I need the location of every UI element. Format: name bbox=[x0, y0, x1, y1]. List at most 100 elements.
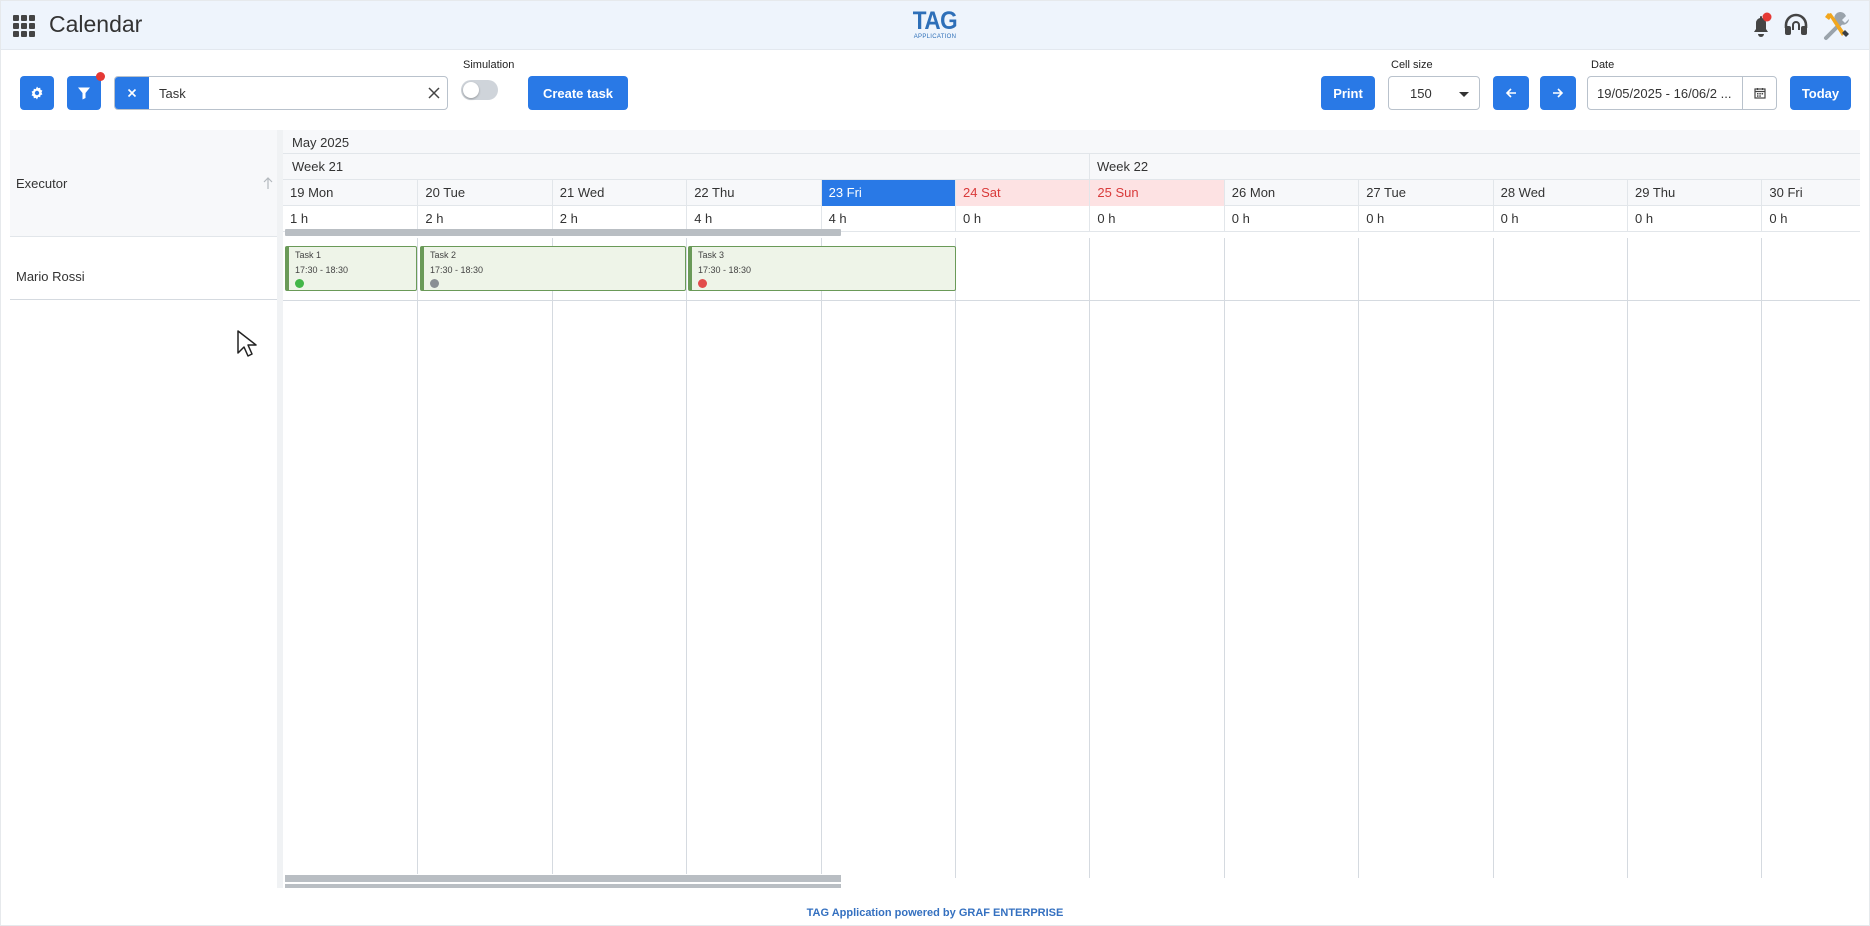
task-name: Task 1 bbox=[295, 250, 322, 260]
clear-text-icon[interactable] bbox=[426, 85, 442, 101]
day-hours: 0 h bbox=[1231, 211, 1250, 226]
day-label: 19 Mon bbox=[290, 185, 334, 200]
gear-icon bbox=[31, 86, 43, 100]
search-input[interactable] bbox=[159, 77, 399, 109]
day-gridline bbox=[417, 238, 419, 878]
simulation-label: Simulation bbox=[463, 59, 515, 71]
day-label: 21 Wed bbox=[559, 185, 605, 200]
day-hours: 0 h bbox=[963, 211, 982, 226]
cell-size-select[interactable]: 150 bbox=[1388, 76, 1480, 110]
sort-arrow-up-icon[interactable] bbox=[262, 176, 274, 190]
day-gridline bbox=[1358, 238, 1360, 878]
simulation-toggle[interactable] bbox=[461, 80, 498, 100]
close-icon bbox=[127, 88, 137, 98]
executor-header-label: Executor bbox=[16, 176, 68, 191]
task-card[interactable]: Task 1 17:30 - 18:30 bbox=[285, 246, 417, 291]
executor-row[interactable]: Mario Rossi bbox=[10, 238, 280, 300]
day-hours: 0 h bbox=[1366, 211, 1385, 226]
day-hours: 2 h bbox=[425, 211, 444, 226]
scrollbar-separator bbox=[285, 882, 841, 884]
day-header-cell[interactable]: 22 Thu bbox=[686, 180, 820, 206]
cell-size-label: Cell size bbox=[1391, 59, 1433, 71]
previous-period-button[interactable] bbox=[1493, 76, 1529, 110]
day-gridline bbox=[1627, 238, 1628, 878]
day-hours: 4 h bbox=[694, 211, 713, 226]
week-header-cell: Week 22 bbox=[1089, 154, 1860, 180]
day-hours: 1 h bbox=[290, 211, 309, 226]
day-label: 24 Sat bbox=[963, 185, 1001, 200]
day-gridline bbox=[955, 238, 956, 878]
top-bar: Calendar TAG APPLICATION bbox=[0, 0, 1870, 50]
logo-sub-text: APPLICATION bbox=[913, 34, 957, 40]
day-header-cell[interactable]: 20 Tue bbox=[417, 180, 551, 206]
day-header-cell[interactable]: 27 Tue bbox=[1358, 180, 1492, 206]
day-hours-cell: 0 h bbox=[1492, 206, 1627, 232]
mouse-cursor-icon bbox=[237, 330, 257, 357]
cell-size-value: 150 bbox=[1410, 86, 1432, 101]
arrow-right-icon bbox=[1553, 88, 1564, 98]
task-card[interactable]: Task 2 17:30 - 18:30 bbox=[420, 246, 686, 291]
filter-button[interactable] bbox=[67, 76, 101, 110]
executor-panel: Executor Mario Rossi bbox=[10, 130, 282, 888]
timeline-body: Task 1 17:30 - 18:30 Task 2 17:30 - 18:3… bbox=[283, 238, 1860, 878]
day-header-cell-weekend[interactable]: 24 Sat bbox=[955, 180, 1090, 206]
day-gridline bbox=[1223, 238, 1225, 878]
logo-main-text: TAG bbox=[912, 7, 958, 35]
day-header-cell[interactable]: 21 Wed bbox=[551, 180, 686, 206]
executor-name: Mario Rossi bbox=[16, 269, 85, 284]
day-header-cell[interactable]: 29 Thu bbox=[1627, 180, 1761, 206]
bell-icon[interactable] bbox=[1746, 11, 1776, 41]
calendar-picker-button[interactable] bbox=[1742, 77, 1777, 109]
day-gridline bbox=[1761, 238, 1763, 878]
week-header-cell: Week 21 bbox=[283, 154, 1089, 180]
day-label: 27 Tue bbox=[1366, 185, 1406, 200]
day-hours-cell: 0 h bbox=[1627, 206, 1761, 232]
next-period-button[interactable] bbox=[1540, 76, 1576, 110]
day-label: 26 Mon bbox=[1231, 185, 1276, 200]
day-hours: 4 h bbox=[828, 211, 847, 226]
day-hours-cell: 0 h bbox=[1761, 206, 1860, 232]
app-title: Calendar bbox=[49, 11, 143, 37]
day-header-cell[interactable]: 19 Mon bbox=[283, 180, 417, 206]
create-task-button[interactable]: Create task bbox=[528, 76, 628, 110]
day-hours: 0 h bbox=[1500, 211, 1519, 226]
task-time: 17:30 - 18:30 bbox=[430, 265, 484, 275]
print-button[interactable]: Print bbox=[1321, 76, 1375, 110]
date-range-field[interactable]: 19/05/2025 - 16/06/2 ... bbox=[1587, 76, 1777, 110]
apps-grid-icon[interactable] bbox=[13, 15, 35, 37]
executor-column-header[interactable]: Executor bbox=[10, 130, 280, 237]
day-header-cell[interactable]: 26 Mon bbox=[1223, 180, 1358, 206]
arrow-left-icon bbox=[1505, 88, 1516, 98]
week-label: Week 22 bbox=[1097, 159, 1149, 174]
day-hours: 2 h bbox=[559, 211, 578, 226]
week-header-row: Week 21 Week 22 bbox=[283, 154, 1860, 180]
day-header-cell-weekend[interactable]: 25 Sun bbox=[1089, 180, 1224, 206]
day-header-row: 19 Mon 20 Tue 21 Wed 22 Thu 23 Fri 24 Sa… bbox=[283, 180, 1860, 206]
filter-active-indicator bbox=[96, 72, 105, 81]
settings-button[interactable] bbox=[20, 76, 54, 110]
tools-icon[interactable] bbox=[1820, 8, 1856, 44]
day-gridline bbox=[686, 238, 688, 878]
day-label: 23 Fri bbox=[828, 185, 862, 200]
month-label: May 2025 bbox=[292, 135, 350, 150]
day-header-cell[interactable]: 28 Wed bbox=[1492, 180, 1627, 206]
footer-credit[interactable]: TAG Application powered by GRAF ENTERPRI… bbox=[0, 907, 1870, 919]
toggle-knob bbox=[463, 82, 479, 98]
horizontal-scrollbar-bottom[interactable] bbox=[285, 874, 841, 888]
task-name: Task 3 bbox=[698, 250, 725, 260]
day-header-cell-today[interactable]: 23 Fri bbox=[820, 180, 955, 206]
day-header-cell[interactable]: 30 Fri bbox=[1761, 180, 1860, 206]
horizontal-scrollbar-top[interactable] bbox=[285, 229, 841, 236]
task-card[interactable]: Task 3 17:30 - 18:30 bbox=[688, 246, 956, 291]
date-label: Date bbox=[1591, 59, 1615, 71]
tag-logo: TAG APPLICATION bbox=[910, 8, 960, 44]
task-time: 17:30 - 18:30 bbox=[295, 265, 349, 275]
day-hours-cell: 0 h bbox=[955, 206, 1089, 232]
day-label: 25 Sun bbox=[1097, 185, 1139, 200]
month-header: May 2025 bbox=[283, 130, 1860, 154]
search-field bbox=[114, 76, 448, 110]
headset-icon[interactable] bbox=[1781, 11, 1811, 41]
day-label: 22 Thu bbox=[694, 185, 735, 200]
today-button[interactable]: Today bbox=[1790, 76, 1851, 110]
search-clear-button[interactable] bbox=[115, 77, 149, 109]
